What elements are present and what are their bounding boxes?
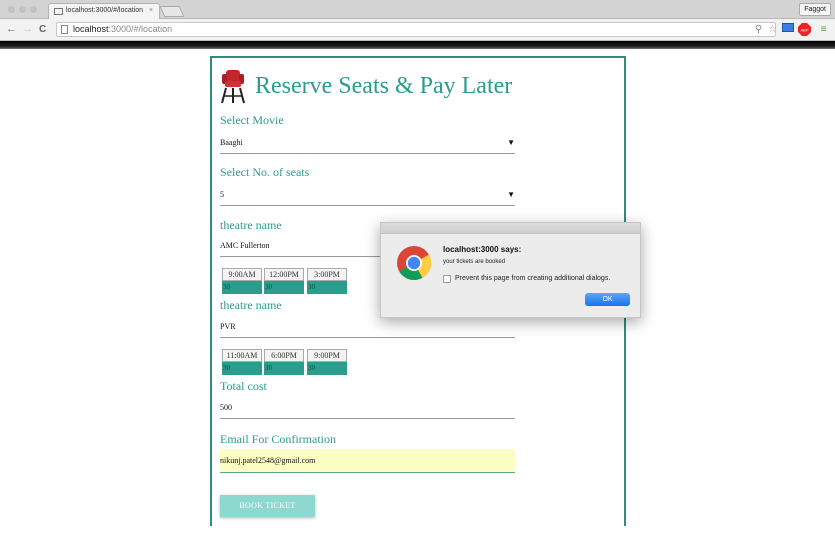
showtime-button[interactable]: 9:00PM 30 [307, 349, 347, 375]
url-path: :3000/#/location [108, 24, 173, 34]
back-arrow-icon[interactable]: ← [6, 23, 17, 36]
translate-icon[interactable]: ⚲ [752, 23, 765, 36]
page-icon [61, 25, 68, 34]
tab-close-icon[interactable]: × [149, 7, 153, 14]
showtime-seats: 30 [264, 281, 304, 294]
address-bar[interactable]: localhost:3000/#/location [56, 22, 776, 37]
chrome-logo-icon [397, 246, 432, 280]
movie-select[interactable]: Baaghi ▼ [220, 132, 515, 154]
bookmark-star-icon[interactable]: ☆ [766, 23, 779, 36]
total-cost-field: 500 [220, 397, 515, 419]
showtime-seats: 30 [307, 362, 347, 375]
adblock-badge-text: ABP [800, 28, 808, 33]
new-tab-button[interactable] [159, 6, 185, 17]
showtime-seats: 30 [307, 281, 347, 294]
total-cost-value: 500 [220, 403, 232, 412]
adblock-icon[interactable]: ABP [798, 23, 811, 36]
dialog-message: your tickets are booked [443, 259, 506, 265]
window-zoom-dot[interactable] [30, 6, 37, 13]
movie-label: Select Movie [220, 113, 284, 127]
showtime-button[interactable]: 3:00PM 30 [307, 268, 347, 294]
showtime-button[interactable]: 11:00AM 30 [222, 349, 262, 375]
seats-label: Select No. of seats [220, 165, 310, 179]
email-label: Email For Confirmation [220, 432, 336, 446]
book-ticket-button[interactable]: BOOK TICKET [220, 495, 315, 517]
seats-select[interactable]: 5 ▼ [220, 184, 515, 206]
chevron-down-icon: ▼ [507, 190, 515, 199]
showtime-time: 9:00AM [222, 268, 262, 281]
browser-toolbar: ← → C localhost:3000/#/location ⚲ ☆ ABP … [0, 19, 835, 41]
page-favicon-icon [54, 8, 63, 15]
total-cost-label: Total cost [220, 379, 267, 393]
menu-icon[interactable]: ≡ [817, 23, 830, 36]
theatre-name: AMC Fullerton [220, 241, 270, 250]
reload-icon[interactable]: C [39, 23, 46, 36]
showtime-button[interactable]: 9:00AM 30 [222, 268, 262, 294]
movie-value: Baaghi [220, 138, 243, 147]
prevent-dialogs-label[interactable]: Prevent this page from creating addition… [455, 275, 610, 282]
url-host: localhost [73, 24, 109, 34]
page-title: Reserve Seats & Pay Later [255, 73, 513, 99]
showtime-button[interactable]: 6:00PM 30 [264, 349, 304, 375]
seat-logo-icon [221, 70, 245, 104]
ok-button[interactable]: OK [585, 293, 630, 306]
profile-button[interactable]: Faggot [799, 3, 831, 16]
email-field[interactable]: nikunj.patel2548@gmail.com [220, 449, 515, 473]
seats-value: 5 [220, 190, 224, 199]
chevron-down-icon: ▼ [507, 138, 515, 147]
theatre-name-label: theatre name [220, 218, 282, 232]
alert-dialog: localhost:3000 says: your tickets are bo… [380, 222, 641, 318]
theatre-name-value: PVR [220, 316, 515, 338]
showtime-time: 12:00PM [264, 268, 304, 281]
page-top-shadow [0, 41, 835, 49]
showtime-seats: 30 [222, 362, 262, 375]
browser-tab[interactable]: localhost:3000/#/location × [48, 3, 160, 19]
browser-tab-bar: localhost:3000/#/location × Faggot [0, 0, 835, 19]
window-close-dot[interactable] [8, 6, 15, 13]
dialog-title-strip [381, 223, 640, 234]
theatre-name: PVR [220, 322, 236, 331]
showtime-seats: 30 [264, 362, 304, 375]
showtime-time: 9:00PM [307, 349, 347, 362]
window-minimize-dot[interactable] [19, 6, 26, 13]
showtime-time: 3:00PM [307, 268, 347, 281]
prevent-dialogs-checkbox[interactable] [443, 275, 451, 283]
forward-arrow-icon[interactable]: → [22, 23, 33, 36]
showtime-time: 11:00AM [222, 349, 262, 362]
showtime-time: 6:00PM [264, 349, 304, 362]
extension-screen-icon[interactable] [781, 23, 794, 36]
showtime-seats: 30 [222, 281, 262, 294]
showtime-button[interactable]: 12:00PM 30 [264, 268, 304, 294]
tab-title: localhost:3000/#/location [66, 7, 144, 14]
theatre-name-label: theatre name [220, 298, 282, 312]
dialog-title: localhost:3000 says: [443, 245, 522, 254]
